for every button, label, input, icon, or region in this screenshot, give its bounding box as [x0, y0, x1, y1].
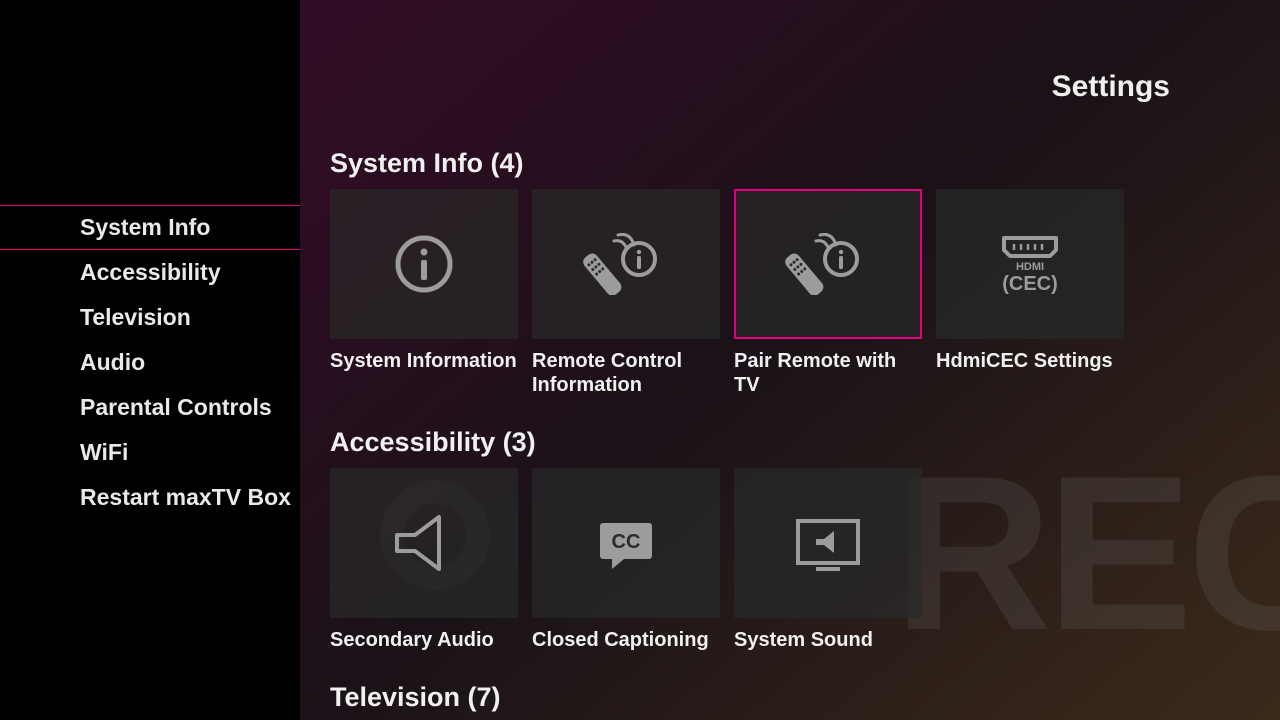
tile-secondary-audio[interactable] [330, 468, 518, 618]
sidebar-item-label: Parental Controls [80, 394, 272, 420]
tile-wrap: Secondary Audio [330, 468, 518, 652]
tile-row: System Information Remote Control Informa… [330, 189, 1170, 397]
sidebar-item-label: Accessibility [80, 259, 221, 285]
tile-label: Closed Captioning [532, 628, 720, 652]
tile-wrap: Remote Control Information [532, 189, 720, 397]
sidebar-item-television[interactable]: Television [0, 295, 300, 340]
tile-label: System Sound [734, 628, 922, 652]
tile-wrap: Pair Remote with TV [734, 189, 922, 397]
tile-label: HdmiCEC Settings [936, 349, 1124, 373]
sidebar-item-label: Television [80, 304, 191, 330]
remote-info-icon [576, 233, 676, 295]
tile-label: Secondary Audio [330, 628, 518, 652]
tv-speaker-icon [792, 511, 864, 575]
remote-info-icon [778, 233, 878, 295]
tile-label: Remote Control Information [532, 349, 720, 397]
sidebar: System Info Accessibility Television Audio P… [0, 0, 300, 720]
tile-wrap: Closed Captioning [532, 468, 720, 652]
section-title: Television (7) [330, 682, 1170, 713]
sidebar-item-system-info[interactable]: System Info [0, 205, 300, 250]
tile-wrap: System Sound [734, 468, 922, 652]
sidebar-item-parental-controls[interactable]: Parental Controls [0, 385, 300, 430]
section-title: System Info (4) [330, 148, 1170, 179]
sidebar-item-restart-maxtv-box[interactable]: Restart maxTV Box [0, 475, 300, 520]
sidebar-item-wifi[interactable]: WiFi [0, 430, 300, 475]
tile-pair-remote-with-tv[interactable] [734, 189, 922, 339]
tile-wrap: HdmiCEC Settings [936, 189, 1124, 397]
tile-closed-captioning[interactable] [532, 468, 720, 618]
sidebar-item-label: WiFi [80, 439, 128, 465]
tile-label: System Information [330, 349, 518, 373]
tile-wrap: System Information [330, 189, 518, 397]
hdmi-cec-icon [994, 232, 1066, 296]
info-icon [394, 234, 454, 294]
cc-icon [592, 513, 660, 573]
tile-system-sound[interactable] [734, 468, 922, 618]
page-title: Settings [330, 70, 1170, 104]
sidebar-item-label: System Info [80, 214, 210, 240]
sidebar-item-accessibility[interactable]: Accessibility [0, 250, 300, 295]
tile-remote-control-information[interactable] [532, 189, 720, 339]
sidebar-item-label: Restart maxTV Box [80, 484, 291, 510]
speaker-outline-icon [389, 511, 459, 575]
section-title: Accessibility (3) [330, 427, 1170, 458]
tile-label: Pair Remote with TV [734, 349, 922, 397]
tile-hdmicec-settings[interactable] [936, 189, 1124, 339]
sidebar-item-label: Audio [80, 349, 145, 375]
main-content: Settings System Info (4) System Informati… [300, 0, 1280, 720]
tile-row: Secondary Audio Closed Captioning System S… [330, 468, 1170, 652]
sidebar-item-audio[interactable]: Audio [0, 340, 300, 385]
tile-system-information[interactable] [330, 189, 518, 339]
